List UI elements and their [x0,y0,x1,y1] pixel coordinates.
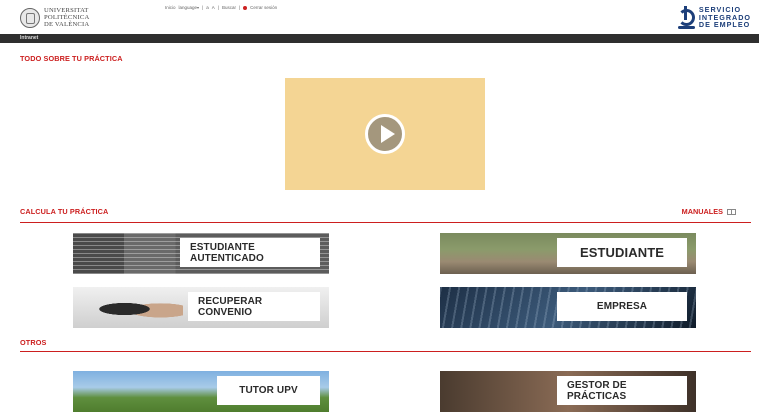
video-player[interactable] [285,78,485,190]
manuales-link[interactable]: MANUALES [682,207,736,216]
tile-label: GESTOR DE PRÁCTICAS [557,376,687,405]
nav-inicio-link[interactable]: Inicio [165,5,176,10]
font-large-button[interactable]: A [212,5,215,10]
tile-label: EMPRESA [557,292,687,321]
upv-logo-text: UNIVERSITAT POLITÈCNICA DE VALÈNCIA [44,7,90,28]
section-title-calcula: CALCULA TU PRÁCTICA [20,207,109,216]
tile-label: ESTUDIANTE AUTENTICADO [180,238,320,267]
tile-label: RECUPERAR CONVENIO [188,292,320,321]
tile-estudiante[interactable]: ESTUDIANTE [440,233,696,274]
nav-buscar-link[interactable]: Buscar [222,5,236,10]
nav-language-select[interactable]: language▾ [179,5,200,10]
play-icon[interactable] [365,114,405,154]
nav-separator: | [217,5,219,10]
book-icon [727,208,736,215]
tile-label: TUTOR UPV [217,376,320,405]
intranet-label[interactable]: Intranet [20,35,38,41]
tile-tutor-upv[interactable]: TUTOR UPV [73,371,329,412]
nav-separator: | [202,5,204,10]
header: UNIVERSITAT POLITÈCNICA DE VALÈNCIA Inic… [0,0,759,34]
section-title-todo: TODO SOBRE TU PRÁCTICA [20,54,123,63]
sie-mark-icon [677,6,695,29]
tile-label: ESTUDIANTE [557,238,687,267]
upv-logo[interactable]: UNIVERSITAT POLITÈCNICA DE VALÈNCIA [20,7,89,28]
upv-seal-icon [20,7,40,28]
section-divider [20,351,751,352]
tile-empresa[interactable]: EMPRESA [440,287,696,328]
font-small-button[interactable]: a [206,5,209,10]
sie-logo-text: SERVICIO INTEGRADO DE EMPLEO [698,5,751,30]
nav-separator: | [238,5,241,10]
intranet-bar: Intranet [0,34,759,43]
tile-gestor-practicas[interactable]: GESTOR DE PRÁCTICAS [440,371,696,412]
manuales-label: MANUALES [681,207,723,216]
tile-recuperar-convenio[interactable]: RECUPERAR CONVENIO [73,287,329,328]
top-nav: Inicio language▾ | a A | Buscar | Cerrar… [165,5,277,10]
section-title-otros: OTROS [20,338,47,347]
sie-logo[interactable]: SERVICIO INTEGRADO DE EMPLEO [677,5,751,30]
section-divider [20,222,751,223]
logout-icon [243,5,248,10]
chevron-down-icon: ▾ [197,5,200,10]
nav-cerrar-sesion-link[interactable]: Cerrar sesión [250,5,277,10]
tile-estudiante-autenticado[interactable]: ESTUDIANTE AUTENTICADO [73,233,329,274]
